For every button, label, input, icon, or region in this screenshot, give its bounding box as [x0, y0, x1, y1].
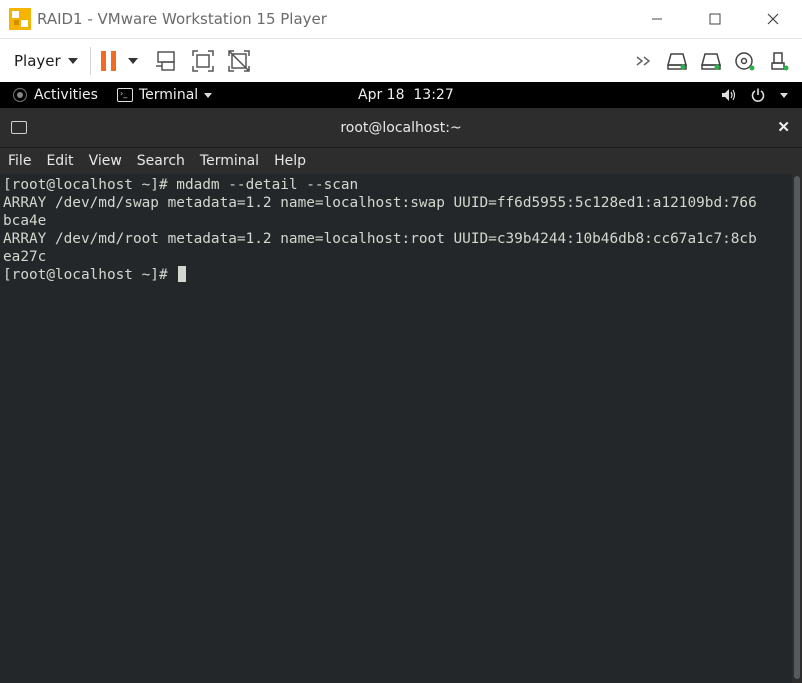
player-menu-button[interactable]: Player — [14, 52, 78, 70]
terminal-icon: ›_ — [117, 88, 133, 102]
usb-icon[interactable] — [766, 49, 792, 73]
vmware-toolbar: Player — [0, 38, 802, 82]
minimize-icon — [652, 18, 662, 20]
hdd-icon[interactable] — [664, 49, 690, 73]
terminal-app-menu[interactable]: ›_ Terminal — [117, 82, 213, 108]
hdd-icon[interactable] — [698, 49, 724, 73]
cd-icon[interactable] — [732, 49, 758, 73]
menu-view[interactable]: View — [89, 153, 122, 169]
unity-icon — [227, 49, 250, 72]
pause-icon — [100, 50, 106, 71]
power-icon — [751, 88, 765, 102]
chevron-down-icon — [780, 92, 788, 98]
menu-edit[interactable]: Edit — [46, 153, 73, 169]
vm-guest-screen[interactable]: Activities ›_ Terminal Apr 18 13:27 root — [0, 82, 802, 683]
chevron-down-icon — [67, 57, 78, 64]
clock-label: Apr 18 13:27 — [358, 87, 454, 103]
terminal-window: root@localhost:~ ✕ File Edit View Search… — [0, 108, 802, 683]
chevrons-icon[interactable] — [632, 49, 656, 73]
terminal-prompt-line: [root@localhost ~]# — [3, 266, 792, 284]
activities-label: Activities — [34, 87, 98, 103]
terminal-scrollbar[interactable] — [792, 174, 802, 683]
terminal-line: ARRAY /dev/md/swap metadata=1.2 name=loc… — [3, 195, 757, 211]
pause-button[interactable] — [100, 50, 116, 71]
terminal-headerbar[interactable]: root@localhost:~ ✕ — [0, 108, 802, 148]
activities-button[interactable]: Activities — [12, 82, 98, 108]
send-ctrl-alt-del-button[interactable] — [154, 48, 180, 74]
menu-file[interactable]: File — [8, 153, 31, 169]
terminal-line: [root@localhost ~]# mdadm --detail --sca… — [3, 177, 359, 193]
maximize-button[interactable] — [686, 0, 744, 38]
toolbar-divider — [89, 46, 91, 75]
clock[interactable]: Apr 18 13:27 — [358, 82, 454, 108]
terminal-menubar: File Edit View Search Terminal Help — [0, 148, 802, 174]
terminal-line: bca4e — [3, 213, 47, 229]
terminal-output[interactable]: [root@localhost ~]# mdadm --detail --sca… — [0, 174, 792, 683]
scrollbar-thumb[interactable] — [794, 176, 800, 679]
unity-button[interactable] — [226, 48, 252, 74]
menu-terminal[interactable]: Terminal — [200, 153, 259, 169]
close-icon — [767, 13, 779, 25]
app-menu-label: Terminal — [139, 87, 199, 103]
terminal-close-button[interactable]: ✕ — [777, 108, 790, 148]
vmware-titlebar: RAID1 - VMware Workstation 15 Player — [0, 0, 802, 38]
terminal-title: root@localhost:~ — [340, 120, 462, 136]
send-keys-icon — [155, 50, 175, 71]
text-cursor — [178, 266, 187, 282]
gnome-top-bar: Activities ›_ Terminal Apr 18 13:27 — [0, 82, 802, 108]
pause-options-chevron-icon[interactable] — [127, 57, 138, 64]
player-menu-label: Player — [14, 51, 61, 70]
menu-help[interactable]: Help — [274, 153, 306, 169]
terminal-prompt: [root@localhost ~]# — [3, 267, 177, 283]
vmware-logo-icon — [9, 8, 31, 30]
menu-search[interactable]: Search — [137, 153, 185, 169]
activities-icon — [12, 87, 28, 103]
fullscreen-icon — [191, 49, 214, 72]
system-menu[interactable] — [720, 82, 788, 108]
close-window-button[interactable] — [744, 0, 802, 38]
volume-icon — [722, 89, 736, 101]
terminal-line: ARRAY /dev/md/root metadata=1.2 name=loc… — [3, 231, 757, 247]
chevron-down-icon — [204, 92, 213, 98]
window-title: RAID1 - VMware Workstation 15 Player — [37, 10, 327, 28]
minimize-button[interactable] — [628, 0, 686, 38]
terminal-line: ea27c — [3, 249, 47, 265]
fullscreen-button[interactable] — [190, 48, 216, 74]
maximize-icon — [709, 13, 721, 25]
